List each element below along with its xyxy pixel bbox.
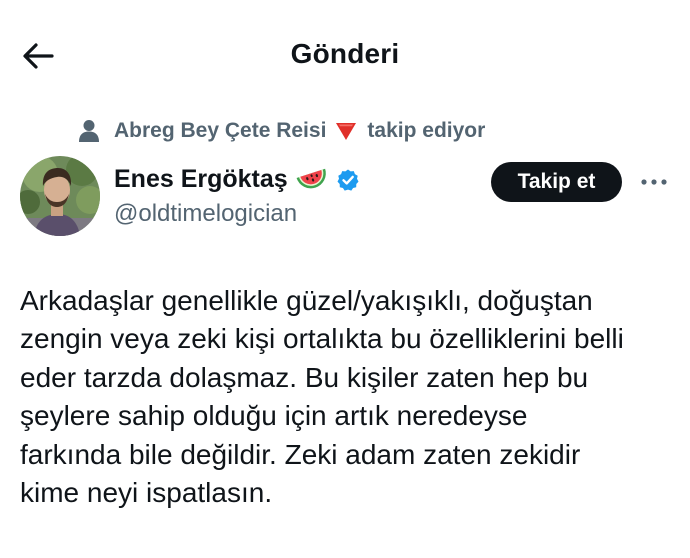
author-name: Enes Ergöktaş: [114, 165, 288, 193]
social-context-name: Abreg Bey Çete Reisi: [114, 119, 327, 142]
tweet-text: Arkadaşlar genellikle güzel/yakışıklı, d…: [20, 282, 680, 512]
tweet-text-line: eder tarzda dolaşmaz. Bu kişiler zaten h…: [20, 361, 589, 393]
tweet-text-line: farkında bile değildir. Zeki adam zaten …: [20, 438, 581, 470]
social-context-action: takip ediyor: [367, 119, 486, 142]
tweet-text-line: zengin veya zeki kişi ortalıkta bu özell…: [20, 323, 624, 355]
follow-button[interactable]: Takip et: [491, 162, 622, 202]
more-button[interactable]: [632, 168, 676, 196]
author-handle[interactable]: @oldtimelogician: [114, 200, 297, 228]
red-triangle-icon: [335, 121, 357, 141]
tweet-text-line: kime neyi ispatlasın.: [20, 477, 273, 509]
watermelon-icon: [296, 167, 330, 193]
author-name-row[interactable]: Enes Ergöktaş: [114, 165, 360, 194]
more-horizontal-icon: [641, 179, 667, 185]
avatar[interactable]: [20, 156, 100, 236]
tweet-text-line: Arkadaşlar genellikle güzel/yakışıklı, d…: [20, 285, 593, 316]
tweet-text-line: şeylere sahip olduğu için artık neredeys…: [20, 400, 528, 432]
person-icon: [78, 119, 100, 143]
social-context[interactable]: Abreg Bey Çete Reisi takip ediyor: [78, 116, 485, 146]
verified-badge-icon[interactable]: [336, 168, 360, 192]
header: Gönderi: [0, 0, 690, 110]
page-title: Gönderi: [290, 38, 400, 69]
